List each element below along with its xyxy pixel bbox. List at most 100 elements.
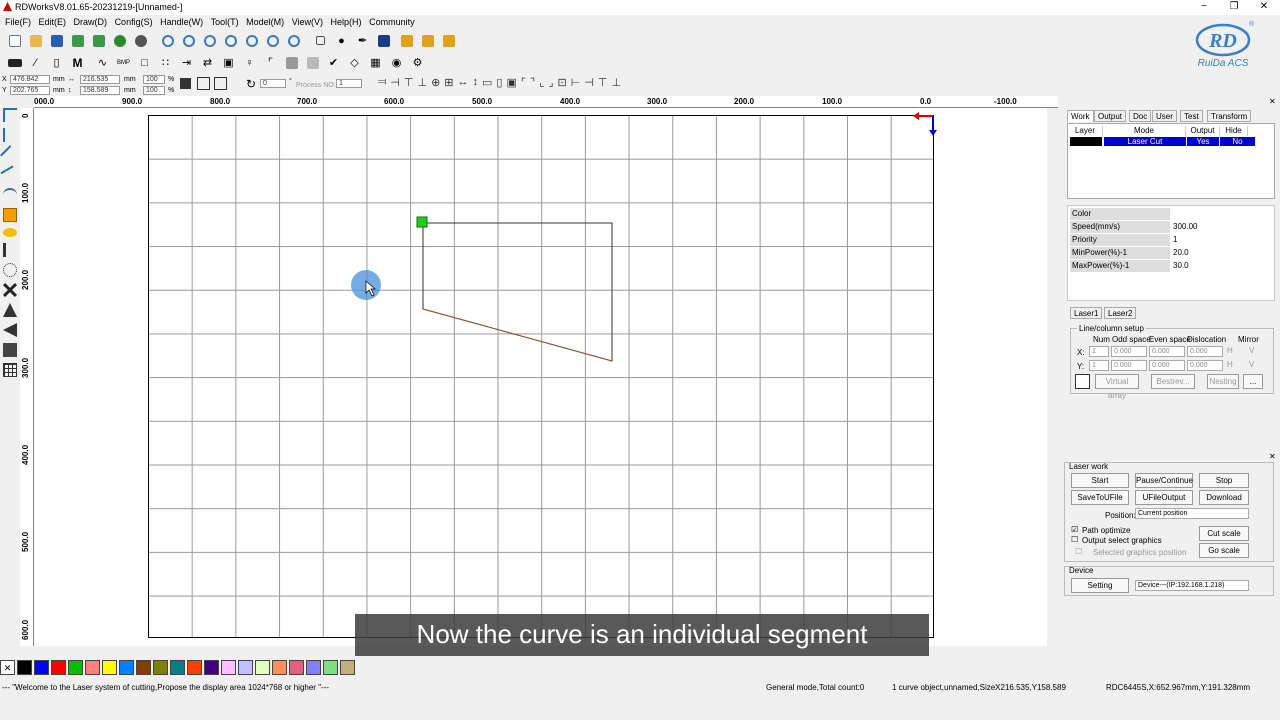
- point-tool-icon[interactable]: [3, 263, 17, 277]
- prop-priority-value[interactable]: 1: [1171, 234, 1273, 246]
- prop-maxpower-value[interactable]: 30.0: [1171, 260, 1273, 272]
- export-icon[interactable]: [90, 32, 107, 49]
- align-top-icon[interactable]: ⊤: [404, 76, 414, 94]
- download-button[interactable]: Download: [1199, 490, 1249, 505]
- array-x-num-input[interactable]: 1: [1089, 346, 1109, 357]
- pen-icon[interactable]: ✒: [354, 32, 371, 49]
- laser-function-icon-1[interactable]: [398, 32, 415, 49]
- zoom-select-icon[interactable]: [264, 32, 281, 49]
- image-tool-icon[interactable]: [3, 343, 17, 357]
- palette-swatch[interactable]: [289, 660, 304, 675]
- import-icon[interactable]: [69, 32, 86, 49]
- palette-swatch[interactable]: [340, 660, 355, 675]
- curve-segment[interactable]: [422, 308, 613, 362]
- device-setting-button[interactable]: Setting: [1071, 578, 1129, 593]
- prop-speed-value[interactable]: 300.00: [1171, 221, 1273, 233]
- laser-function-icon-3[interactable]: [440, 32, 457, 49]
- text-tool-icon[interactable]: [3, 243, 17, 257]
- lock-ratio-icon[interactable]: [180, 78, 191, 89]
- new-file-icon[interactable]: [6, 32, 23, 49]
- curve-tool-icon[interactable]: [3, 188, 17, 202]
- menu-file[interactable]: File(F): [5, 15, 31, 29]
- palette-swatch[interactable]: [238, 660, 253, 675]
- laser-pen-icon[interactable]: ∕: [27, 54, 44, 71]
- zoom-tool-icon[interactable]: [180, 32, 197, 49]
- close-button[interactable]: ✕: [1254, 1, 1274, 13]
- bestrev-button[interactable]: Bestrev...: [1151, 374, 1195, 389]
- zoom-out-icon[interactable]: [201, 32, 218, 49]
- layer-mode-cell[interactable]: Laser Cut: [1104, 137, 1186, 146]
- mirror-h-icon[interactable]: [3, 303, 17, 317]
- palette-swatch[interactable]: [102, 660, 117, 675]
- node-edit-icon[interactable]: ●: [333, 32, 350, 49]
- palette-swatch[interactable]: [68, 660, 83, 675]
- array-x-odd-input[interactable]: 0.000: [1111, 346, 1147, 357]
- mirror-x-v-checkbox[interactable]: V: [1249, 346, 1254, 355]
- tab-laser2[interactable]: Laser2: [1104, 307, 1137, 319]
- menu-help[interactable]: Help(H): [331, 15, 362, 29]
- corner-bl-icon[interactable]: ⌞: [539, 76, 544, 94]
- layer-color-cell[interactable]: [1070, 137, 1102, 146]
- go-scale-button[interactable]: Go scale: [1199, 543, 1249, 558]
- position-select[interactable]: Current position: [1135, 508, 1249, 519]
- palette-swatch[interactable]: [306, 660, 321, 675]
- select-arrow-icon[interactable]: [3, 108, 17, 122]
- corner-icon[interactable]: ⌜: [262, 54, 279, 71]
- corner-br-icon[interactable]: ⌟: [548, 76, 553, 94]
- bottom-edge-icon[interactable]: ⊥: [612, 76, 622, 94]
- distribute-h-icon[interactable]: ↔: [458, 76, 469, 94]
- palette-swatch[interactable]: [187, 660, 202, 675]
- array-y-even-input[interactable]: 0.000: [1149, 360, 1185, 371]
- right-edge-icon[interactable]: ⊣: [584, 76, 594, 94]
- save-icon[interactable]: [48, 32, 65, 49]
- palette-swatch[interactable]: [204, 660, 219, 675]
- restore-button[interactable]: ❐: [1224, 1, 1244, 13]
- corner-tl-icon[interactable]: ⌜: [521, 76, 526, 94]
- array-y-odd-input[interactable]: 0.000: [1111, 360, 1147, 371]
- array-y-dislocation-input[interactable]: 0.000: [1187, 360, 1223, 371]
- align-right-icon[interactable]: ⊣: [390, 76, 400, 94]
- tab-work[interactable]: Work: [1067, 110, 1094, 122]
- eye-icon[interactable]: ◉: [388, 54, 405, 71]
- curve-icon[interactable]: ∿: [94, 54, 111, 71]
- menu-handle[interactable]: Handle(W): [160, 15, 203, 29]
- anchor-grid-icon[interactable]: [214, 77, 227, 90]
- array-x-dislocation-input[interactable]: 0.000: [1187, 346, 1223, 357]
- minimize-button[interactable]: −: [1194, 1, 1214, 13]
- monitor-icon[interactable]: [375, 32, 392, 49]
- palette-swatch[interactable]: [272, 660, 287, 675]
- drawing-canvas[interactable]: [34, 108, 1047, 646]
- same-width-icon[interactable]: ▭: [482, 76, 492, 94]
- palette-swatch[interactable]: [136, 660, 151, 675]
- mirror-v-icon[interactable]: [3, 323, 17, 337]
- align-vcenter-icon[interactable]: ⊞: [444, 76, 453, 94]
- rotate-field[interactable]: 0: [260, 79, 286, 88]
- palette-swatch[interactable]: [17, 660, 32, 675]
- eraser-icon[interactable]: ◇: [346, 54, 363, 71]
- mirror-x-h-checkbox[interactable]: H: [1227, 346, 1233, 355]
- delete-icon[interactable]: [3, 283, 17, 297]
- bmp-icon[interactable]: BMP: [115, 54, 132, 71]
- align-center-icon[interactable]: [197, 77, 210, 90]
- array-tool-icon[interactable]: [3, 363, 17, 377]
- undo-icon[interactable]: [111, 32, 128, 49]
- layer-hide-cell[interactable]: No: [1220, 137, 1255, 146]
- tab-user[interactable]: User: [1152, 110, 1177, 122]
- curve-shape[interactable]: [422, 222, 613, 362]
- palette-swatch[interactable]: [119, 660, 134, 675]
- palette-swatch[interactable]: [153, 660, 168, 675]
- path-optimize-checkbox[interactable]: ☑: [1071, 525, 1078, 534]
- laser-work-close-icon[interactable]: ✕: [1269, 452, 1276, 461]
- more-button[interactable]: ...: [1243, 374, 1263, 389]
- menu-tool[interactable]: Tool(T): [211, 15, 239, 29]
- menu-model[interactable]: Model(M): [246, 15, 284, 29]
- rectangle-tool-icon[interactable]: [3, 208, 17, 222]
- palette-swatch[interactable]: [255, 660, 270, 675]
- frame-icon[interactable]: [312, 32, 329, 49]
- ellipse-tool-icon[interactable]: [3, 228, 17, 237]
- same-height-icon[interactable]: ▯: [496, 76, 502, 94]
- start-node-handle[interactable]: [416, 216, 428, 228]
- selected-position-checkbox[interactable]: ☐: [1075, 547, 1082, 556]
- palette-swatch[interactable]: [51, 660, 66, 675]
- tab-laser1[interactable]: Laser1: [1070, 307, 1103, 319]
